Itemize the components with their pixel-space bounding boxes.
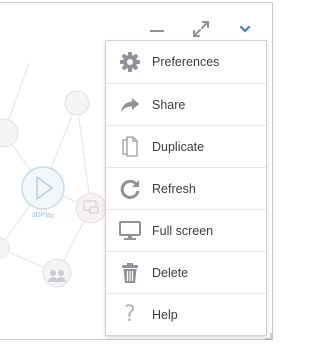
menu-item-label: Duplicate xyxy=(152,139,205,154)
widget-dropdown-menu: Preferences Share Duplicate Refresh Full… xyxy=(105,40,267,336)
minimize-button[interactable] xyxy=(143,15,171,43)
widget-menu-button[interactable] xyxy=(231,15,259,43)
duplicate-icon xyxy=(118,135,142,159)
menu-item-label: Delete xyxy=(152,265,189,280)
menu-item-share[interactable]: Share xyxy=(106,83,266,125)
help-glyph: ? xyxy=(124,301,136,327)
graph-node xyxy=(64,90,90,116)
question-mark-icon: ? xyxy=(118,303,142,327)
menu-item-preferences[interactable]: Preferences xyxy=(106,41,266,82)
menu-item-duplicate[interactable]: Duplicate xyxy=(106,125,266,167)
expand-icon xyxy=(193,21,209,37)
menu-item-label: Preferences xyxy=(152,54,220,69)
monitor-icon xyxy=(118,219,142,243)
graph-node xyxy=(0,237,10,259)
chevron-down-icon xyxy=(239,25,251,33)
refresh-icon xyxy=(118,177,142,201)
trash-icon xyxy=(118,261,142,285)
minimize-icon xyxy=(150,30,164,32)
gear-icon xyxy=(118,50,142,74)
graph-node xyxy=(0,118,19,148)
expand-button[interactable] xyxy=(187,15,215,43)
menu-item-label: Share xyxy=(152,97,186,112)
share-arrow-icon xyxy=(118,93,142,117)
menu-item-help[interactable]: ? Help xyxy=(106,293,266,335)
menu-item-label: Refresh xyxy=(152,181,196,196)
menu-item-refresh[interactable]: Refresh xyxy=(106,167,266,209)
menu-item-full-screen[interactable]: Full screen xyxy=(106,209,266,251)
menu-item-delete[interactable]: Delete xyxy=(106,251,266,293)
play-node-label: 3DPlay xyxy=(32,212,55,219)
menu-item-label: Full screen xyxy=(152,223,214,238)
graph-node xyxy=(42,258,72,288)
play-node xyxy=(21,166,65,210)
menu-item-label: Help xyxy=(152,307,178,322)
